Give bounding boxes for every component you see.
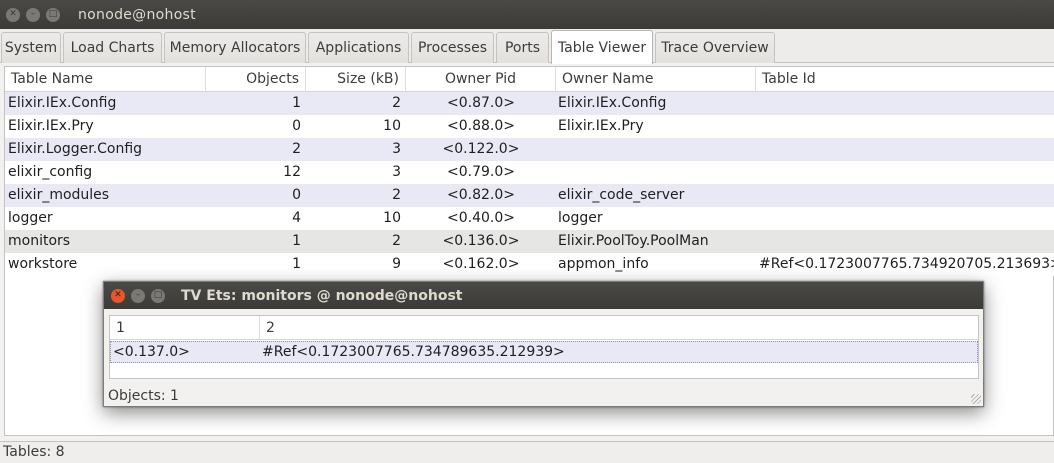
dialog-column-header-1[interactable]: 1 xyxy=(110,316,260,340)
dialog-titlebar: ✕ – □ TV Ets: monitors @ nonode@nohost xyxy=(104,282,983,309)
cell-owner-pid: <0.82.0> xyxy=(447,187,515,203)
status-bar: Tables: 8 xyxy=(0,441,1054,463)
cell-objects: 2 xyxy=(292,141,301,157)
dialog-status-text: Objects: 1 xyxy=(108,388,179,404)
close-icon: ✕ xyxy=(114,290,122,300)
table-header: Table Name Objects Size (kB) Owner Pid O… xyxy=(5,67,1054,92)
cell-owner-name: elixir_code_server xyxy=(558,187,685,203)
cell-table-name: Elixir.IEx.Pry xyxy=(8,118,94,134)
cell-table-name: workstore xyxy=(8,256,78,272)
table-row[interactable]: elixir_modules 0 2 <0.82.0> elixir_code_… xyxy=(5,184,1054,207)
tab-applications[interactable]: Applications xyxy=(308,32,409,63)
maximize-icon: □ xyxy=(48,9,58,19)
window-maximize-button[interactable]: □ xyxy=(46,7,60,22)
cell-objects: 1 xyxy=(292,233,301,249)
column-header-table-id[interactable]: Table Id xyxy=(756,67,1054,92)
dialog-close-button[interactable]: ✕ xyxy=(111,288,125,303)
cell-objects: 0 xyxy=(292,118,301,134)
dialog-cell-1: <0.137.0> xyxy=(113,344,190,360)
minimize-icon: – xyxy=(135,290,141,300)
cell-size: 3 xyxy=(392,141,401,157)
tab-bar: System Load Charts Memory Allocators App… xyxy=(0,29,1054,64)
cell-owner-pid: <0.122.0> xyxy=(442,141,520,157)
cell-size: 2 xyxy=(392,233,401,249)
dialog-minimize-button[interactable]: – xyxy=(131,288,145,303)
column-header-table-name[interactable]: Table Name xyxy=(5,67,206,92)
window-title: nonode@nohost xyxy=(78,6,196,23)
tab-memory-allocators[interactable]: Memory Allocators xyxy=(164,32,306,63)
maximize-icon: □ xyxy=(153,290,163,300)
column-header-owner-name[interactable]: Owner Name xyxy=(556,67,756,92)
cell-size: 3 xyxy=(392,164,401,180)
cell-table-name: elixir_modules xyxy=(8,187,110,203)
close-icon: ✕ xyxy=(9,9,17,19)
column-header-owner-pid[interactable]: Owner Pid xyxy=(406,67,556,92)
cell-size: 10 xyxy=(383,210,401,226)
table-row-selected[interactable]: monitors 1 2 <0.136.0> Elixir.PoolToy.Po… xyxy=(5,230,1054,253)
dialog-table-row[interactable]: <0.137.0> #Ref<0.1723007765.734789635.21… xyxy=(110,341,978,363)
cell-table-name: monitors xyxy=(8,233,71,249)
cell-table-id: #Ref<0.1723007765.734920705.213693> xyxy=(759,256,1054,272)
window-titlebar: ✕ – □ nonode@nohost xyxy=(0,0,1054,29)
cell-size: 10 xyxy=(383,118,401,134)
dialog-table: 1 2 <0.137.0> #Ref<0.1723007765.73478963… xyxy=(109,315,979,379)
cell-owner-name: appmon_info xyxy=(558,256,649,272)
tab-ports[interactable]: Ports xyxy=(496,32,549,63)
cell-size: 2 xyxy=(392,187,401,203)
resize-grip-icon[interactable] xyxy=(971,394,981,404)
cell-owner-pid: <0.87.0> xyxy=(447,95,515,111)
status-text: Tables: 8 xyxy=(3,444,65,460)
dialog-table-header: 1 2 xyxy=(110,316,978,340)
cell-table-name: logger xyxy=(8,210,53,226)
dialog-column-header-2[interactable]: 2 xyxy=(260,316,978,340)
cell-objects: 12 xyxy=(283,164,301,180)
cell-owner-pid: <0.40.0> xyxy=(447,210,515,226)
cell-owner-name: logger xyxy=(558,210,603,226)
cell-owner-pid: <0.162.0> xyxy=(442,256,520,272)
cell-size: 2 xyxy=(392,95,401,111)
cell-table-name: elixir_config xyxy=(8,164,93,180)
cell-objects: 1 xyxy=(292,256,301,272)
cell-table-name: Elixir.Logger.Config xyxy=(8,141,143,157)
window-minimize-button[interactable]: – xyxy=(26,7,40,22)
minimize-icon: – xyxy=(30,9,36,19)
cell-owner-name: Elixir.IEx.Config xyxy=(558,95,667,111)
dialog-title: TV Ets: monitors @ nonode@nohost xyxy=(181,287,463,304)
table-row[interactable]: logger 4 10 <0.40.0> logger xyxy=(5,207,1054,230)
cell-owner-name: Elixir.IEx.Pry xyxy=(558,118,644,134)
table-row[interactable]: Elixir.IEx.Config 1 2 <0.87.0> Elixir.IE… xyxy=(5,92,1054,115)
dialog-cell-2: #Ref<0.1723007765.734789635.212939> xyxy=(262,344,565,360)
cell-table-name: Elixir.IEx.Config xyxy=(8,95,117,111)
table-row[interactable]: workstore 1 9 <0.162.0> appmon_info #Ref… xyxy=(5,253,1054,276)
tab-load-charts[interactable]: Load Charts xyxy=(63,32,162,63)
cell-owner-pid: <0.79.0> xyxy=(447,164,515,180)
cell-owner-pid: <0.136.0> xyxy=(442,233,520,249)
cell-objects: 0 xyxy=(292,187,301,203)
tab-trace-overview[interactable]: Trace Overview xyxy=(655,32,775,63)
cell-size: 9 xyxy=(392,256,401,272)
tab-system[interactable]: System xyxy=(1,32,61,63)
dialog-maximize-button[interactable]: □ xyxy=(151,288,165,303)
window-close-button[interactable]: ✕ xyxy=(6,7,20,22)
cell-owner-pid: <0.88.0> xyxy=(447,118,515,134)
table-row[interactable]: elixir_config 12 3 <0.79.0> xyxy=(5,161,1054,184)
ets-dialog-window: ✕ – □ TV Ets: monitors @ nonode@nohost 1… xyxy=(103,281,984,407)
tab-processes[interactable]: Processes xyxy=(411,32,494,63)
column-header-objects[interactable]: Objects xyxy=(206,67,306,92)
cell-objects: 1 xyxy=(292,95,301,111)
column-header-size[interactable]: Size (kB) xyxy=(306,67,406,92)
table-row[interactable]: Elixir.IEx.Pry 0 10 <0.88.0> Elixir.IEx.… xyxy=(5,115,1054,138)
tab-table-viewer[interactable]: Table Viewer xyxy=(551,30,653,64)
cell-owner-name: Elixir.PoolToy.PoolMan xyxy=(558,233,709,249)
table-row[interactable]: Elixir.Logger.Config 2 3 <0.122.0> xyxy=(5,138,1054,161)
cell-objects: 4 xyxy=(292,210,301,226)
